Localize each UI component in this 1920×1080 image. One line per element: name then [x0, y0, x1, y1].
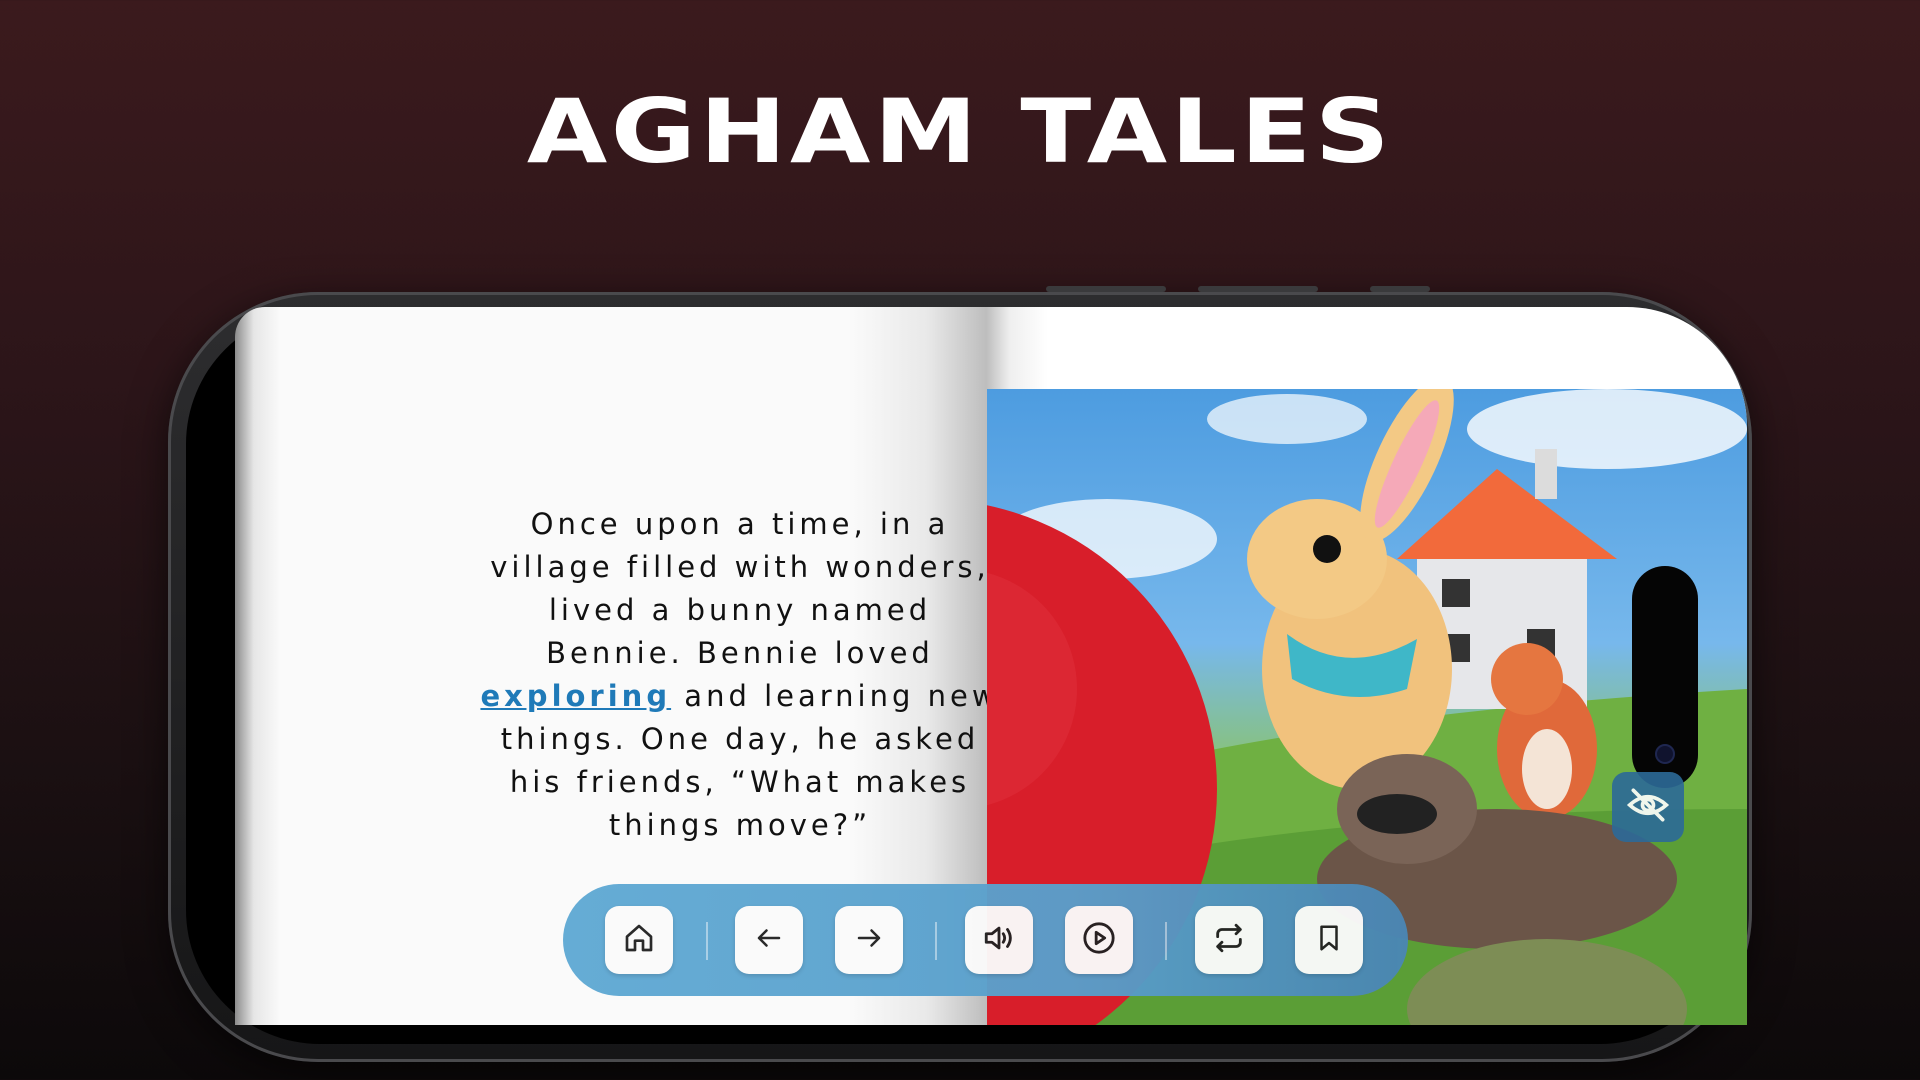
dynamic-island	[1632, 566, 1698, 788]
vocabulary-link[interactable]: exploring	[480, 679, 671, 713]
next-page-button[interactable]	[835, 906, 903, 974]
toolbar-divider	[1165, 922, 1167, 960]
eye-off-icon	[1626, 783, 1670, 831]
audio-button[interactable]	[965, 906, 1033, 974]
reader-toolbar	[563, 884, 1408, 996]
arrow-right-icon	[854, 923, 884, 957]
phone-side-button	[1370, 286, 1430, 292]
repeat-button[interactable]	[1195, 906, 1263, 974]
phone-side-button	[1198, 286, 1318, 292]
previous-page-button[interactable]	[735, 906, 803, 974]
phone-side-button	[1046, 286, 1166, 292]
play-circle-icon	[1082, 921, 1116, 959]
story-text-part: Once upon a time, in a village filled wi…	[490, 507, 990, 670]
speaker-icon	[982, 921, 1016, 959]
cloud	[1467, 389, 1747, 469]
home-button[interactable]	[605, 906, 673, 974]
toolbar-divider	[935, 922, 937, 960]
story-text: Once upon a time, in a village filled wi…	[480, 503, 1000, 847]
cloud	[1207, 394, 1367, 444]
bookmark-icon	[1314, 923, 1344, 957]
app-title: AGHAM TALES	[526, 80, 1394, 183]
arrow-left-icon	[754, 923, 784, 957]
repeat-icon	[1212, 921, 1246, 959]
hide-overlay-button[interactable]	[1612, 772, 1684, 842]
bookmark-button[interactable]	[1295, 906, 1363, 974]
play-button[interactable]	[1065, 906, 1133, 974]
home-icon	[623, 922, 655, 958]
toolbar-divider	[706, 922, 708, 960]
